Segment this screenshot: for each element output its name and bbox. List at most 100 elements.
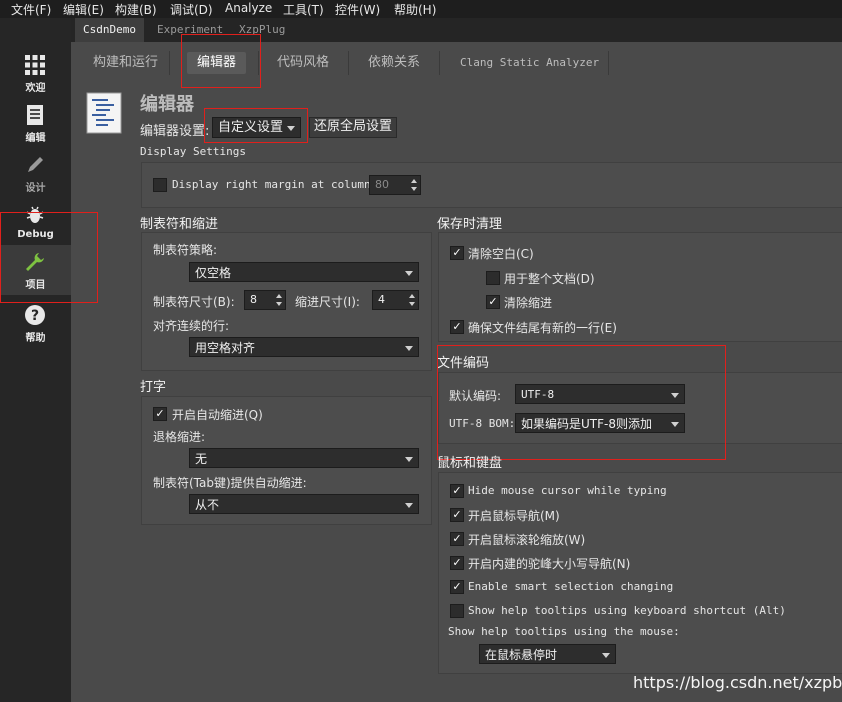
backspace-combo[interactable]: 无: [189, 448, 419, 468]
hide-cursor-label: Hide mouse cursor while typing: [468, 484, 667, 497]
tab-policy-combo[interactable]: 仅空格: [189, 262, 419, 282]
mode-label: 编辑: [25, 133, 46, 144]
highlight-box-sidebar: [0, 212, 98, 303]
menu-bar: 文件(F) 编辑(E) 构建(B) 调试(D) Analyze 工具(T) 控件…: [0, 0, 842, 18]
menu-file[interactable]: 文件(F): [11, 1, 51, 18]
align-label: 对齐连续的行:: [153, 319, 230, 333]
display-settings-title: Display Settings: [140, 145, 246, 158]
tab-clang-analyzer[interactable]: Clang Static Analyzer: [460, 52, 599, 74]
tab-policy-label: 制表符策略:: [153, 243, 218, 257]
chevron-down-icon: [405, 346, 413, 351]
tooltips-kb-label: Show help tooltips using keyboard shortc…: [468, 604, 786, 617]
chevron-down-icon: [602, 653, 610, 658]
mouse-nav-checkbox[interactable]: ✓: [450, 508, 464, 522]
mode-design[interactable]: 设计: [0, 148, 71, 198]
mouse-nav-label: 开启鼠标导航(M): [468, 509, 560, 523]
menu-help[interactable]: 帮助(H): [394, 1, 436, 18]
tab-code-style[interactable]: 代码风格: [277, 52, 329, 74]
typing-title: 打字: [140, 380, 167, 395]
mouse-kb-title: 鼠标和键盘: [437, 456, 503, 471]
document-icon: [27, 105, 43, 125]
mode-welcome[interactable]: 欢迎: [0, 48, 71, 98]
indent-size-value: 4: [378, 293, 385, 306]
tab-separator: [348, 51, 349, 75]
editor-document-icon: [86, 92, 122, 134]
mode-edit[interactable]: 编辑: [0, 98, 71, 148]
right-margin-checkbox[interactable]: [153, 178, 167, 192]
pencil-icon: [28, 157, 43, 172]
whole-document-label: 用于整个文档(D): [504, 272, 595, 286]
spin-down-icon[interactable]: [409, 302, 415, 306]
indent-size-label: 缩进尺寸(I):: [295, 295, 360, 309]
mode-label: 欢迎: [25, 83, 46, 94]
backspace-value: 无: [195, 452, 208, 466]
tab-separator: [608, 51, 609, 75]
restore-global-button[interactable]: 还原全局设置: [309, 117, 398, 138]
mode-sidebar: 欢迎 编辑 设计 Debug 项目 ? 帮助: [0, 18, 71, 702]
menu-tools[interactable]: 工具(T): [283, 1, 324, 18]
tab-dependencies[interactable]: 依赖关系: [368, 52, 420, 74]
watermark: https://blog.csdn.net/xzpblog: [633, 673, 842, 692]
chevron-down-icon: [405, 503, 413, 508]
mode-label: 设计: [25, 183, 46, 194]
mode-help[interactable]: ? 帮助: [0, 298, 71, 348]
clean-whitespace-label: 清除空白(C): [468, 247, 534, 261]
highlight-box-settings: [204, 108, 308, 143]
auto-indent-checkbox[interactable]: ✓: [153, 407, 167, 421]
smart-selection-label: Enable smart selection changing: [468, 580, 674, 593]
tab-policy-value: 仅空格: [195, 266, 232, 280]
tooltips-mouse-label: Show help tooltips using the mouse:: [448, 625, 680, 638]
save-cleanup-title: 保存时清理: [437, 217, 503, 232]
help-icon: ?: [25, 305, 45, 325]
tab-separator: [439, 51, 440, 75]
spin-up-icon[interactable]: [411, 179, 417, 183]
hide-cursor-checkbox[interactable]: ✓: [450, 484, 464, 498]
right-margin-spinbox[interactable]: 80: [369, 175, 421, 195]
align-value: 用空格对齐: [195, 341, 256, 355]
whole-document-checkbox[interactable]: [486, 271, 500, 285]
grid-icon: [25, 55, 45, 75]
tooltips-kb-checkbox[interactable]: [450, 604, 464, 618]
align-combo[interactable]: 用空格对齐: [189, 337, 419, 357]
spin-down-icon[interactable]: [276, 302, 282, 306]
chevron-down-icon: [405, 457, 413, 462]
tab-separator: [169, 51, 170, 75]
tab-key-value: 从不: [195, 498, 220, 512]
auto-indent-label: 开启自动缩进(Q): [172, 408, 263, 422]
clean-whitespace-checkbox[interactable]: ✓: [450, 246, 464, 260]
spin-up-icon[interactable]: [276, 294, 282, 298]
tab-size-spinbox[interactable]: 8: [244, 290, 286, 310]
highlight-box-editor-tab: [181, 34, 261, 88]
tab-key-label: 制表符(Tab键)提供自动缩进:: [153, 476, 307, 490]
backspace-label: 退格缩进:: [153, 430, 206, 444]
tab-key-combo[interactable]: 从不: [189, 494, 419, 514]
clean-indent-label: 清除缩进: [504, 296, 553, 310]
svg-text:?: ?: [31, 308, 39, 324]
menu-edit[interactable]: 编辑(E): [63, 1, 104, 18]
menu-controls[interactable]: 控件(W): [335, 1, 380, 18]
menu-build[interactable]: 构建(B): [115, 1, 157, 18]
smart-selection-checkbox[interactable]: ✓: [450, 580, 464, 594]
camelcase-checkbox[interactable]: ✓: [450, 556, 464, 570]
spin-down-icon[interactable]: [411, 187, 417, 191]
tooltips-mouse-value: 在鼠标悬停时: [485, 648, 558, 662]
clean-indent-checkbox[interactable]: ✓: [486, 295, 500, 309]
right-margin-label: Display right margin at column:: [172, 178, 378, 191]
newline-eof-checkbox[interactable]: ✓: [450, 320, 464, 334]
tooltips-mouse-combo[interactable]: 在鼠标悬停时: [479, 644, 616, 664]
tabs-indent-title: 制表符和缩进: [140, 217, 219, 232]
indent-size-spinbox[interactable]: 4: [372, 290, 419, 310]
tab-build-run[interactable]: 构建和运行: [93, 52, 158, 74]
newline-eof-label: 确保文件结尾有新的一行(E): [468, 321, 617, 335]
highlight-box-encoding: [437, 345, 726, 460]
tab-csdndemo[interactable]: CsdnDemo: [75, 18, 144, 42]
wheel-zoom-checkbox[interactable]: ✓: [450, 532, 464, 546]
spin-up-icon[interactable]: [409, 294, 415, 298]
right-margin-value: 80: [375, 178, 389, 191]
menu-analyze[interactable]: Analyze: [225, 1, 272, 15]
tab-size-value: 8: [250, 293, 257, 306]
camelcase-label: 开启内建的驼峰大小写导航(N): [468, 557, 631, 571]
chevron-down-icon: [405, 271, 413, 276]
menu-debug[interactable]: 调试(D): [170, 1, 213, 18]
editor-title: 编辑器: [140, 94, 194, 115]
